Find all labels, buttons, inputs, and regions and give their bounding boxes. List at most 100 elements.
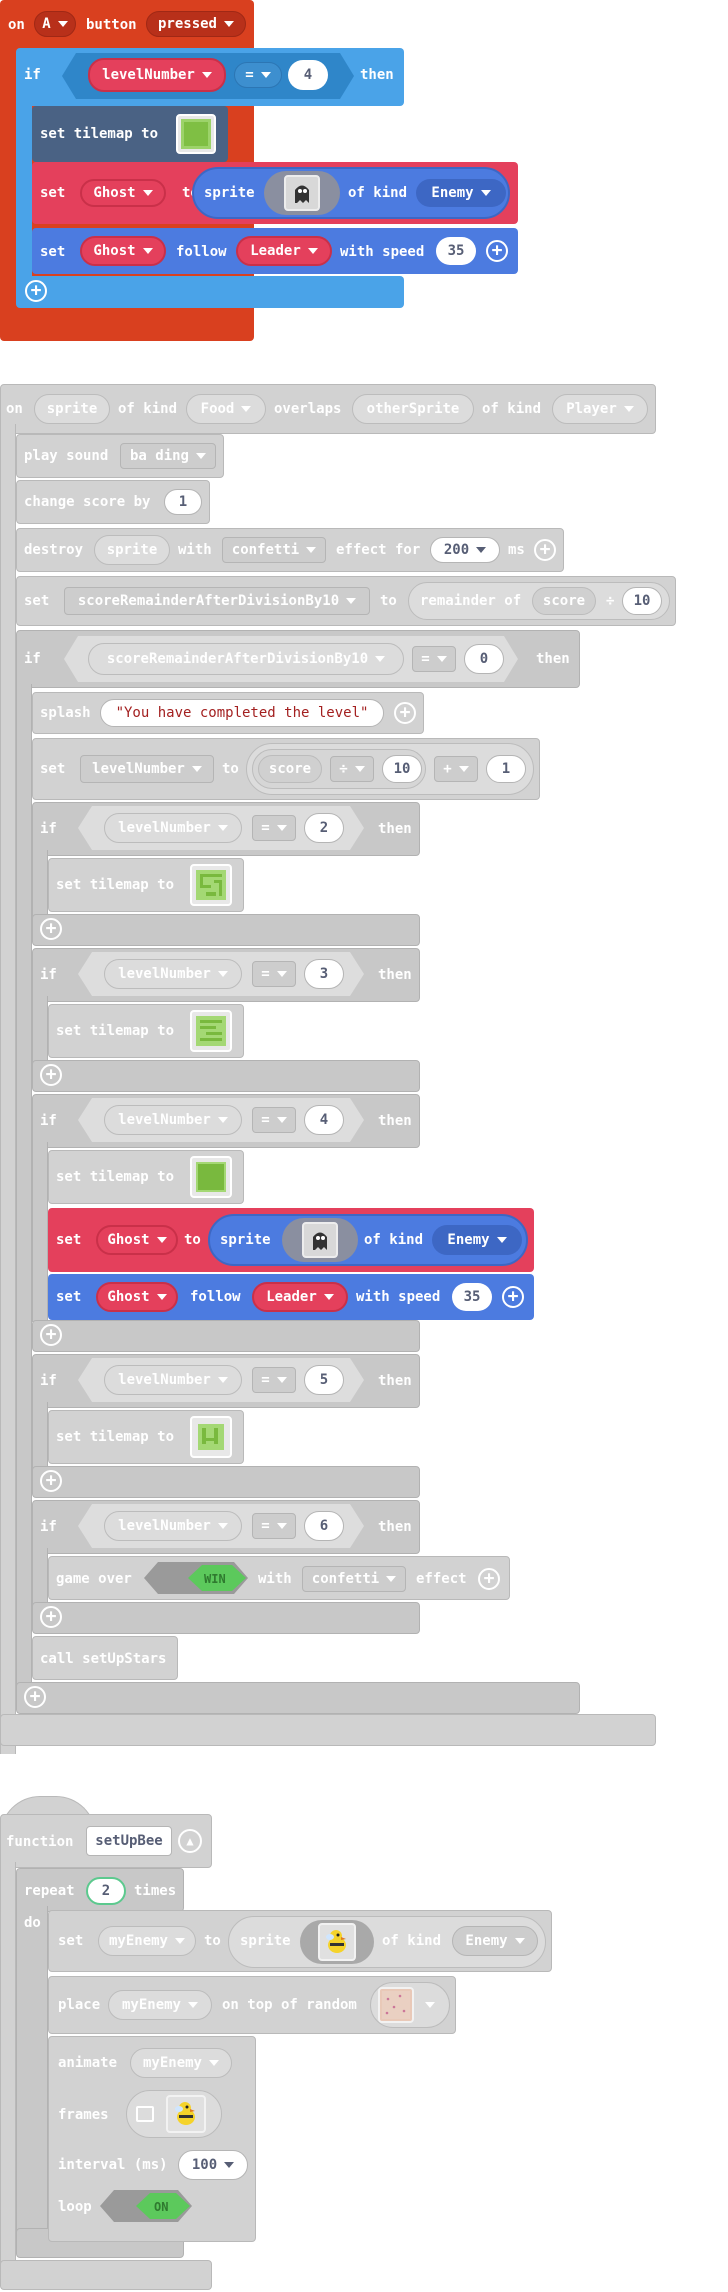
- level-value[interactable]: 4: [288, 60, 328, 90]
- remainder-variable-dropdown[interactable]: scoreRemainderAfterDivisionBy10: [64, 587, 370, 615]
- equals-operator[interactable]: =: [234, 62, 282, 88]
- level-4-tilemap-thumbnail[interactable]: [190, 1156, 232, 1198]
- level-6-equals[interactable]: =: [252, 1513, 296, 1539]
- win-toggle-knob[interactable]: [188, 1565, 246, 1591]
- collapse-chevron-icon[interactable]: ▲: [178, 1829, 202, 1853]
- button-dropdown[interactable]: A: [34, 11, 76, 37]
- if-level-6-plus-icon[interactable]: +: [40, 1606, 62, 1628]
- level-4-equals[interactable]: =: [252, 1107, 296, 1133]
- leader-variable[interactable]: Leader: [236, 236, 332, 266]
- level-4-sprite-reporter[interactable]: [208, 1214, 528, 1266]
- if-level-6-block[interactable]: [32, 1500, 420, 1554]
- if-level-5-block[interactable]: [32, 1354, 420, 1408]
- if-level-2-plus-icon[interactable]: +: [40, 918, 62, 940]
- if-level-3-plus-icon[interactable]: +: [40, 1064, 62, 1086]
- on-overlap-event[interactable]: on sprite of kind Food overlaps otherSpr…: [0, 384, 680, 1754]
- interval-value[interactable]: 100: [178, 2150, 248, 2180]
- food-kind-dropdown[interactable]: Food: [186, 394, 266, 424]
- score-delta-value[interactable]: 1: [164, 489, 202, 515]
- animate-enemy-dropdown[interactable]: myEnemy: [130, 2048, 232, 2078]
- player-kind-dropdown[interactable]: Player: [552, 394, 648, 424]
- destroy-effect-dropdown[interactable]: confetti: [222, 537, 326, 563]
- level-4-follow-ghost[interactable]: Ghost: [96, 1282, 178, 1312]
- game-over-effect-dropdown[interactable]: confetti: [302, 1566, 406, 1592]
- game-over-plus-icon[interactable]: +: [478, 1568, 500, 1590]
- sprite-param[interactable]: sprite: [34, 394, 110, 424]
- enemy-kind-dropdown[interactable]: Enemy: [416, 179, 506, 207]
- level-variable-dropdown[interactable]: levelNumber: [80, 755, 214, 783]
- level-2-condition-hex[interactable]: [78, 806, 364, 850]
- if-level-2-footer[interactable]: [32, 914, 420, 946]
- other-sprite-param[interactable]: otherSprite: [352, 394, 474, 424]
- level-2-set-tilemap-block[interactable]: [48, 858, 244, 912]
- remainder-equals-operator[interactable]: =: [412, 646, 456, 672]
- if-add-else-plus-icon[interactable]: +: [25, 280, 47, 302]
- remainder-variable-reporter[interactable]: scoreRemainderAfterDivisionBy10: [88, 643, 404, 675]
- set-level-block[interactable]: [32, 738, 540, 800]
- bee-frame-image[interactable]: [166, 2095, 206, 2133]
- level-3-equals[interactable]: =: [252, 961, 296, 987]
- if-level-2-block[interactable]: [32, 802, 420, 856]
- place-enemy-dropdown[interactable]: myEnemy: [108, 1990, 212, 2020]
- bee-enemy-kind-dropdown[interactable]: Enemy: [452, 1926, 538, 1956]
- bee-sprite-image[interactable]: [318, 1923, 356, 1961]
- tile-dropdown-arrow-icon[interactable]: [418, 1998, 435, 2012]
- level-2-value[interactable]: 2: [304, 813, 344, 843]
- repeat-count-value[interactable]: 2: [86, 1877, 126, 1905]
- level-4-sprite-slot[interactable]: [282, 1218, 358, 1262]
- level-4-ghost-image[interactable]: [302, 1222, 338, 1258]
- level-4-set-ghost-block[interactable]: [48, 1208, 534, 1272]
- if-level-4-footer[interactable]: [32, 1320, 420, 1352]
- level-3-tilemap-thumbnail[interactable]: [190, 1010, 232, 1052]
- ghost-follow-variable[interactable]: Ghost: [80, 236, 166, 266]
- speed-value[interactable]: 35: [436, 237, 476, 265]
- level-4-variable[interactable]: levelNumber: [104, 1105, 242, 1135]
- level-2-equals[interactable]: =: [252, 815, 296, 841]
- level-divisor-value[interactable]: 10: [382, 755, 422, 783]
- if-block-footer[interactable]: [16, 276, 404, 308]
- level-5-tilemap-thumbnail[interactable]: [190, 1416, 232, 1458]
- function-name-field[interactable]: setUpBee: [86, 1826, 172, 1856]
- level-4-condition-hex[interactable]: [78, 1098, 364, 1142]
- my-enemy-dropdown[interactable]: myEnemy: [98, 1926, 196, 1956]
- score-value-reporter[interactable]: score: [258, 755, 322, 783]
- duration-value[interactable]: 200: [430, 537, 500, 563]
- if-remainder-footer[interactable]: [16, 1682, 580, 1714]
- level-4-value[interactable]: 4: [304, 1105, 344, 1135]
- if-level-4-block[interactable]: [32, 1094, 420, 1148]
- divisor-value[interactable]: 10: [622, 587, 662, 615]
- level-4-speed-value[interactable]: 35: [452, 1283, 492, 1311]
- level-2-tilemap-thumbnail[interactable]: [190, 864, 232, 906]
- level-6-condition-hex[interactable]: [78, 1504, 364, 1548]
- destroy-sprite-param[interactable]: sprite: [94, 535, 170, 565]
- expand-plus-icon[interactable]: +: [486, 240, 508, 262]
- ghost-sprite-image[interactable]: [284, 175, 320, 211]
- level-5-equals[interactable]: =: [252, 1367, 296, 1393]
- division-reporter[interactable]: [252, 749, 426, 789]
- if-level-5-plus-icon[interactable]: +: [40, 1470, 62, 1492]
- level-4-leader-variable[interactable]: Leader: [252, 1282, 348, 1312]
- sound-dropdown[interactable]: ba ding: [120, 443, 216, 469]
- zero-value[interactable]: 0: [464, 644, 504, 674]
- divide-operator[interactable]: ÷: [330, 756, 374, 782]
- level-6-variable[interactable]: levelNumber: [104, 1511, 242, 1541]
- level-6-value[interactable]: 6: [304, 1511, 344, 1541]
- level-4-ghost-variable[interactable]: Ghost: [96, 1225, 178, 1255]
- level-5-set-tilemap-block[interactable]: [48, 1410, 244, 1464]
- level-number-variable[interactable]: levelNumber: [88, 58, 226, 92]
- level-3-set-tilemap-block[interactable]: [48, 1004, 244, 1058]
- if-level-4-plus-icon[interactable]: +: [40, 1324, 62, 1346]
- if-level-5-footer[interactable]: [32, 1466, 420, 1498]
- call-set-up-stars-block[interactable]: [32, 1636, 178, 1680]
- level-5-condition-hex[interactable]: [78, 1358, 364, 1402]
- plus-one-value[interactable]: 1: [486, 755, 526, 783]
- level-5-variable[interactable]: levelNumber: [104, 1365, 242, 1395]
- if-level-3-footer[interactable]: [32, 1060, 420, 1092]
- win-toggle[interactable]: [144, 1562, 248, 1594]
- level-4-follow-plus-icon[interactable]: +: [502, 1286, 524, 1308]
- level-4-enemy-kind[interactable]: Enemy: [432, 1225, 522, 1255]
- random-tile-image[interactable]: [378, 1987, 414, 2023]
- level-4-set-tilemap-block[interactable]: [48, 1150, 244, 1204]
- game-over-block[interactable]: [48, 1556, 510, 1600]
- addition-reporter[interactable]: [246, 743, 534, 795]
